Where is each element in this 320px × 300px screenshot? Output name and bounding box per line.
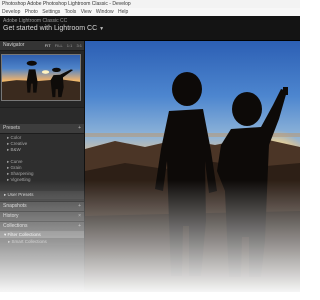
- collections-header[interactable]: Collections +: [0, 221, 84, 231]
- history-label: History: [3, 213, 19, 219]
- collections-label: Collections: [3, 223, 28, 229]
- clear-history-icon[interactable]: ×: [78, 212, 81, 221]
- menu-bar: Develop Photo Settings Tools View Window…: [0, 8, 300, 16]
- zoom-1-1[interactable]: 1:1: [67, 43, 73, 48]
- collection-item-smart[interactable]: ▸ Smart Collections: [0, 238, 84, 245]
- navigator-preview: [0, 51, 84, 107]
- lightroom-app: Adobe Lightroom Classic CC Get started w…: [0, 16, 300, 292]
- left-panel: Navigator FIT FILL 1:1 3:1 Presets + ▸ C…: [0, 41, 85, 292]
- collection-label: Smart Collections: [11, 239, 47, 244]
- snapshots-header[interactable]: Snapshots +: [0, 201, 84, 211]
- presets-header[interactable]: Presets +: [0, 124, 84, 134]
- zoom-fill[interactable]: FILL: [55, 43, 63, 48]
- menu-tools[interactable]: Tools: [65, 9, 77, 15]
- collection-item-filter[interactable]: ▾ Filter Collections: [0, 231, 84, 238]
- navigator-header[interactable]: Navigator FIT FILL 1:1 3:1: [0, 41, 84, 51]
- thumbnail-image: [2, 55, 80, 100]
- snapshots-label: Snapshots: [3, 203, 27, 209]
- preset-label: Creative: [10, 141, 28, 146]
- triangle-down-icon: ▼: [99, 26, 105, 32]
- preset-label: Vignetting: [10, 177, 31, 182]
- preset-spacer: [0, 183, 84, 189]
- preset-label: Grain: [10, 165, 22, 170]
- window-title-bar: Photoshop Adobe Photoshop Lightroom Clas…: [0, 0, 300, 8]
- identity-title[interactable]: Get started with Lightroom CC ▼: [3, 25, 104, 32]
- menu-help[interactable]: Help: [118, 9, 128, 15]
- menu-window[interactable]: Window: [96, 9, 114, 15]
- menu-settings[interactable]: Settings: [42, 9, 60, 15]
- preset-label: Curve: [10, 159, 23, 164]
- zoom-options: FIT FILL 1:1 3:1: [42, 41, 82, 50]
- add-collection-icon[interactable]: +: [78, 222, 81, 231]
- menu-develop[interactable]: Develop: [2, 9, 20, 15]
- menu-photo[interactable]: Photo: [25, 9, 38, 15]
- zoom-3-1[interactable]: 3:1: [76, 43, 82, 48]
- navigator-spacer: [0, 107, 84, 124]
- preset-label: Sharpening: [10, 171, 34, 176]
- menu-view[interactable]: View: [81, 9, 92, 15]
- history-header[interactable]: History ×: [0, 211, 84, 221]
- add-snapshot-icon[interactable]: +: [78, 202, 81, 211]
- identity-title-text: Get started with Lightroom CC: [3, 25, 98, 32]
- user-presets-item[interactable]: ▸ User Presets: [0, 191, 84, 199]
- preset-label: B&W: [10, 147, 21, 152]
- photo-two-children-sunset: [85, 41, 300, 292]
- preset-list: ▸ Color ▸ Creative ▸ B&W ▸ Curve ▸ Grain…: [0, 134, 84, 201]
- add-preset-icon[interactable]: +: [78, 124, 81, 133]
- zoom-fit[interactable]: FIT: [45, 43, 51, 48]
- collection-label: Filter Collections: [7, 232, 41, 237]
- navigator-label: Navigator: [3, 42, 25, 48]
- presets-label: Presets: [3, 125, 20, 131]
- window-title: Photoshop Adobe Photoshop Lightroom Clas…: [2, 1, 131, 7]
- navigator-thumbnail[interactable]: [1, 54, 81, 101]
- identity-plate: Adobe Lightroom Classic CC Get started w…: [0, 16, 300, 41]
- user-presets-label: User Presets: [7, 192, 34, 197]
- main-image-view[interactable]: [85, 41, 300, 292]
- identity-subtitle: Adobe Lightroom Classic CC: [3, 18, 68, 24]
- preset-label: Color: [10, 135, 22, 140]
